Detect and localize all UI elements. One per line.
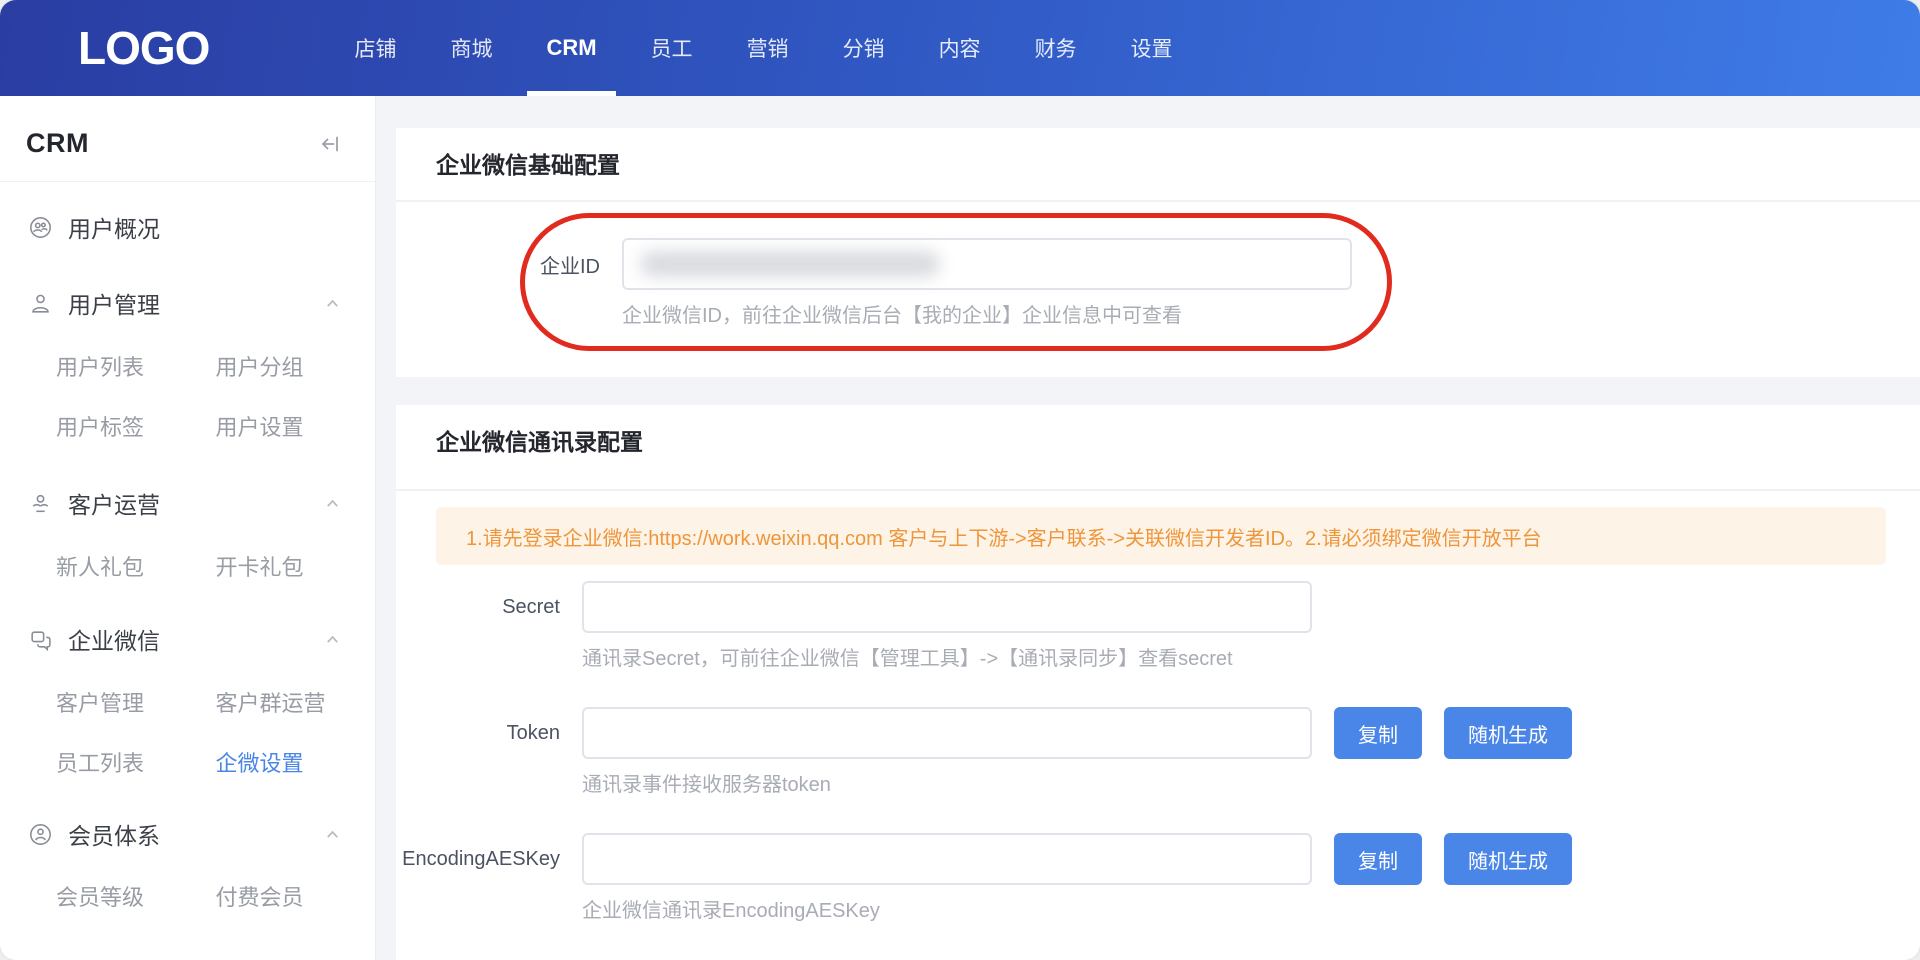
sidebar-item-wework[interactable]: 企业微信 — [0, 624, 375, 654]
nav-item-settings[interactable]: 设置 — [1104, 0, 1200, 96]
warning-alert: 1.请先登录企业微信:https://work.weixin.qq.com 客户… — [436, 507, 1886, 565]
wework-icon — [28, 627, 53, 652]
user-overview-icon — [28, 215, 53, 240]
sidebar-item-user-overview[interactable]: 用户概况 — [0, 212, 375, 242]
token-row: Token 复制 随机生成 通讯录事件接收服务器token — [396, 707, 1920, 797]
sidebar-item-user-settings[interactable]: 用户设置 — [216, 410, 376, 442]
masked-value-blur — [640, 251, 940, 277]
copy-button[interactable]: 复制 — [1334, 707, 1422, 759]
sidebar-item-paid-member[interactable]: 付费会员 — [216, 880, 376, 912]
sidebar-item-customer-manage[interactable]: 客户管理 — [56, 686, 216, 718]
contacts-config-title: 企业微信通讯录配置 — [396, 405, 1920, 457]
basic-config-title: 企业微信基础配置 — [396, 128, 1920, 180]
sidebar-item-user-group[interactable]: 用户分组 — [216, 350, 376, 382]
sidebar-item-staff-list[interactable]: 员工列表 — [56, 746, 216, 778]
token-label: Token — [396, 722, 560, 745]
sidebar-sub-row: 用户列表 用户分组 — [0, 352, 375, 380]
sidebar-sub-row: 员工列表 企微设置 — [0, 748, 375, 776]
corp-id-helper: 企业微信ID，前往企业微信后台【我的企业】企业信息中可查看 — [622, 304, 1387, 328]
nav-item-marketing[interactable]: 营销 — [720, 0, 816, 96]
sidebar-item-user-tag[interactable]: 用户标签 — [56, 410, 216, 442]
chevron-up-icon[interactable] — [324, 826, 341, 843]
aeskey-row: EncodingAESKey 复制 随机生成 企业微信通讯录EncodingAE… — [396, 833, 1920, 923]
secret-input[interactable] — [582, 581, 1312, 633]
logo: LOGO — [78, 21, 209, 75]
main-content: 企业微信基础配置 企业ID 企业微信ID，前往企业微信后台【我的企业】企业信息中… — [376, 96, 1920, 960]
aeskey-helper: 企业微信通讯录EncodingAESKey — [582, 899, 1920, 923]
red-annotation-circle: 企业ID 企业微信ID，前往企业微信后台【我的企业】企业信息中可查看 — [520, 213, 1392, 351]
app-window: LOGO 店铺 商城 CRM 员工 营销 分销 内容 财务 设置 CRM — [0, 0, 1920, 960]
member-icon — [28, 822, 53, 847]
sidebar-item-user-list[interactable]: 用户列表 — [56, 350, 216, 382]
sidebar: CRM 用户概况 — [0, 96, 376, 960]
sidebar-item-customer-ops[interactable]: 客户运营 — [0, 488, 375, 518]
chevron-up-icon[interactable] — [324, 295, 341, 312]
nav-item-finance[interactable]: 财务 — [1008, 0, 1104, 96]
sidebar-item-label: 企业微信 — [68, 622, 160, 656]
user-manage-icon — [28, 291, 53, 316]
sidebar-item-label: 用户管理 — [68, 286, 160, 320]
divider — [396, 200, 1920, 202]
sidebar-sub-row: 客户管理 客户群运营 — [0, 688, 375, 716]
top-nav-menu: 店铺 商城 CRM 员工 营销 分销 内容 财务 设置 — [327, 0, 1199, 96]
sidebar-sub-row: 会员等级 付费会员 — [0, 882, 375, 910]
sidebar-title: CRM — [26, 128, 89, 159]
token-helper: 通讯录事件接收服务器token — [582, 773, 1920, 797]
sidebar-item-customer-group-ops[interactable]: 客户群运营 — [216, 686, 376, 718]
customer-ops-icon — [28, 491, 53, 516]
sidebar-item-wework-settings[interactable]: 企微设置 — [216, 746, 376, 778]
basic-config-card: 企业微信基础配置 企业ID 企业微信ID，前往企业微信后台【我的企业】企业信息中… — [396, 128, 1920, 377]
collapse-sidebar-icon[interactable] — [319, 133, 341, 155]
chevron-up-icon[interactable] — [324, 631, 341, 648]
secret-label: Secret — [396, 596, 560, 619]
sidebar-item-member-level[interactable]: 会员等级 — [56, 880, 216, 912]
warning-alert-text: 1.请先登录企业微信:https://work.weixin.qq.com 客户… — [466, 522, 1542, 551]
contacts-config-card: 企业微信通讯录配置 1.请先登录企业微信:https://work.weixin… — [396, 405, 1920, 960]
nav-item-mall[interactable]: 商城 — [423, 0, 519, 96]
sidebar-item-label: 客户运营 — [68, 486, 160, 520]
sidebar-divider — [0, 181, 375, 182]
nav-item-crm[interactable]: CRM — [519, 0, 623, 96]
nav-item-shop[interactable]: 店铺 — [327, 0, 423, 96]
chevron-up-icon[interactable] — [324, 495, 341, 512]
top-nav: LOGO 店铺 商城 CRM 员工 营销 分销 内容 财务 设置 — [0, 0, 1920, 96]
sidebar-sub-row: 新人礼包 开卡礼包 — [0, 552, 375, 580]
token-input[interactable] — [582, 707, 1312, 759]
secret-row: Secret 通讯录Secret，可前往企业微信【管理工具】->【通讯录同步】查… — [396, 581, 1920, 671]
sidebar-item-label: 用户概况 — [68, 210, 160, 244]
sidebar-item-label: 会员体系 — [68, 817, 160, 851]
random-generate-button[interactable]: 随机生成 — [1444, 707, 1572, 759]
divider — [396, 489, 1920, 491]
aeskey-input[interactable] — [582, 833, 1312, 885]
random-generate-button[interactable]: 随机生成 — [1444, 833, 1572, 885]
sidebar-item-newcomer-pack[interactable]: 新人礼包 — [56, 550, 216, 582]
sidebar-item-user-manage[interactable]: 用户管理 — [0, 288, 375, 318]
nav-item-distribution[interactable]: 分销 — [816, 0, 912, 96]
sidebar-sub-row: 用户标签 用户设置 — [0, 412, 375, 440]
nav-item-staff[interactable]: 员工 — [624, 0, 720, 96]
secret-helper: 通讯录Secret，可前往企业微信【管理工具】->【通讯录同步】查看secret — [582, 647, 1920, 671]
nav-item-content[interactable]: 内容 — [912, 0, 1008, 96]
sidebar-item-member-system[interactable]: 会员体系 — [0, 819, 375, 849]
aeskey-label: EncodingAESKey — [396, 848, 560, 871]
sidebar-item-card-pack[interactable]: 开卡礼包 — [216, 550, 376, 582]
corp-id-label: 企业ID — [525, 250, 600, 279]
copy-button[interactable]: 复制 — [1334, 833, 1422, 885]
